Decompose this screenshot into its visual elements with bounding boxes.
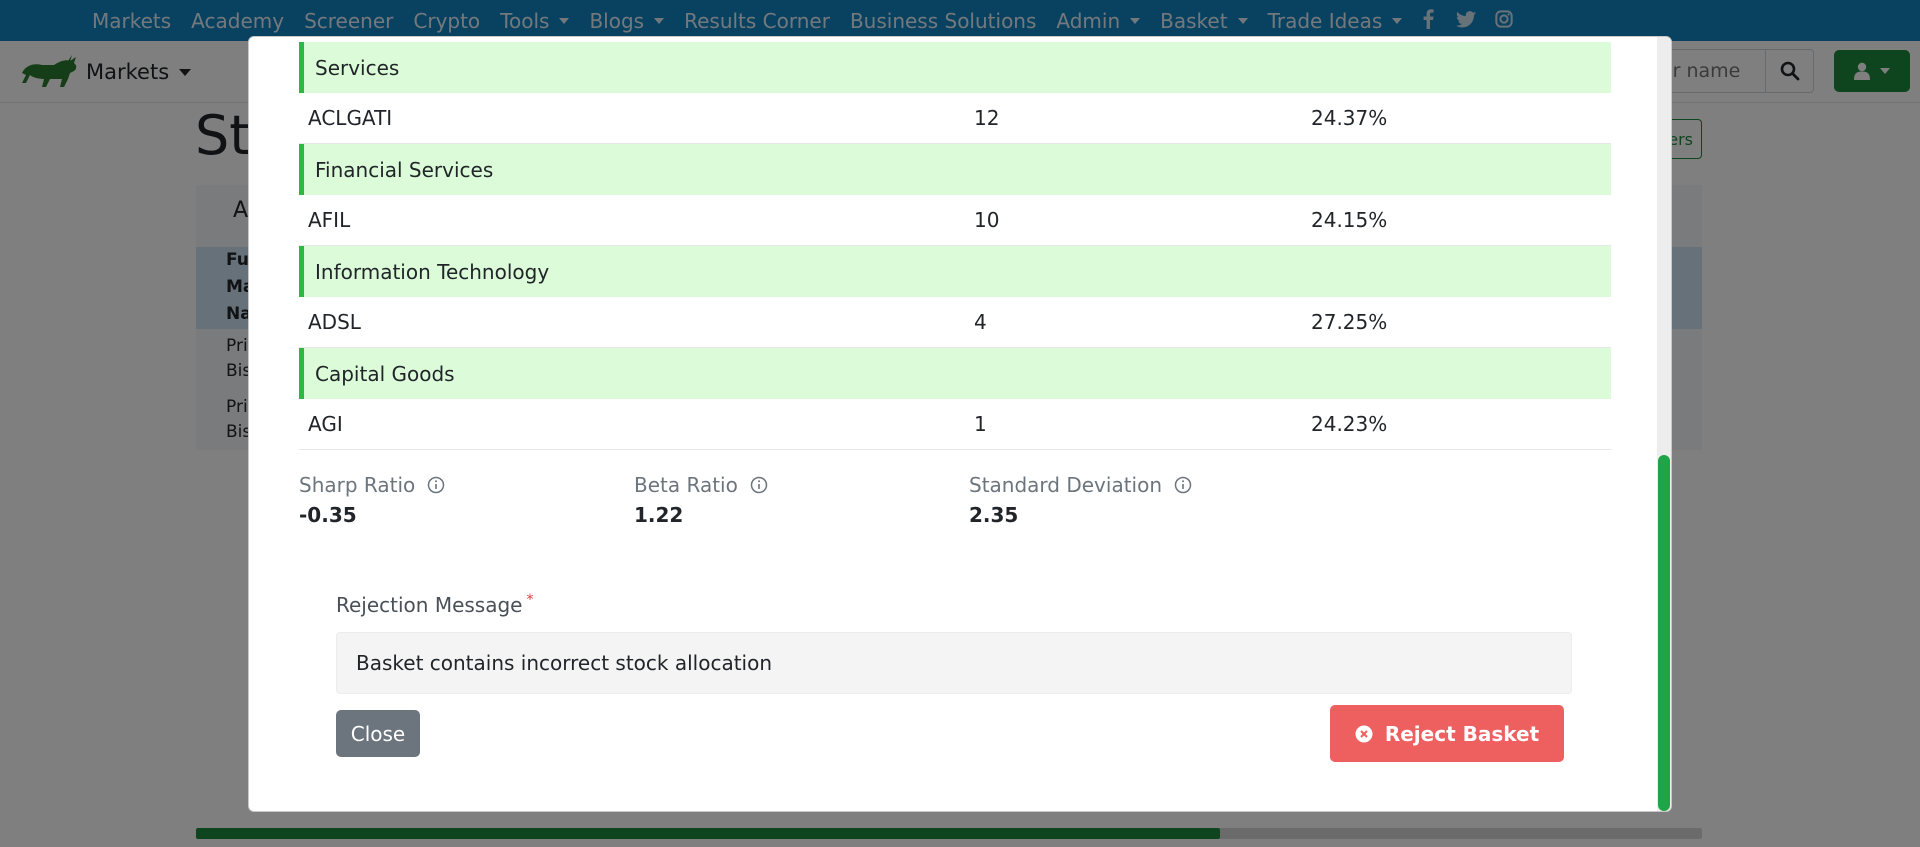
- table-row: AFIL 10 24.15%: [299, 195, 1611, 246]
- standard-deviation-value: 2.35: [969, 503, 1019, 527]
- stock-weight: 27.25%: [1311, 310, 1388, 334]
- info-icon[interactable]: [1174, 476, 1192, 494]
- reject-basket-button[interactable]: Reject Basket: [1330, 705, 1564, 762]
- info-icon[interactable]: [750, 476, 768, 494]
- stock-symbol: ACLGATI: [308, 106, 393, 130]
- modal-scrollbar-thumb[interactable]: [1658, 455, 1670, 811]
- ratio-label-text: Standard Deviation: [969, 473, 1163, 497]
- circle-x-icon: [1355, 725, 1373, 742]
- rejection-message-value: Basket contains incorrect stock allocati…: [356, 651, 773, 675]
- sector-row: Financial Services: [299, 144, 1611, 195]
- table-row: AGI 1 24.23%: [299, 399, 1611, 450]
- table-row: ADSL 4 27.25%: [299, 297, 1611, 348]
- rejection-label-text: Rejection Message: [336, 593, 523, 617]
- sector-name: Information Technology: [315, 259, 550, 284]
- stock-quantity: 10: [974, 208, 1000, 232]
- stock-symbol: AFIL: [308, 208, 351, 232]
- stock-quantity: 1: [974, 412, 987, 436]
- close-button[interactable]: Close: [336, 710, 420, 757]
- info-icon[interactable]: [427, 476, 445, 494]
- close-button-label: Close: [350, 721, 406, 746]
- standard-deviation-label: Standard Deviation: [969, 473, 1192, 497]
- ratio-label-text: Sharp Ratio: [299, 473, 416, 497]
- reject-basket-modal: Services ACLGATI 12 24.37% Financial Ser…: [248, 36, 1672, 812]
- stock-symbol: ADSL: [308, 310, 361, 334]
- stock-weight: 24.23%: [1311, 412, 1388, 436]
- ratio-label-text: Beta Ratio: [634, 473, 738, 497]
- stock-quantity: 12: [974, 106, 1000, 130]
- rejection-message-input[interactable]: Basket contains incorrect stock allocati…: [336, 632, 1572, 694]
- beta-ratio-label: Beta Ratio: [634, 473, 768, 497]
- sector-name: Financial Services: [315, 157, 494, 182]
- stock-quantity: 4: [974, 310, 987, 334]
- beta-ratio-value: 1.22: [634, 503, 684, 527]
- stock-weight: 24.15%: [1311, 208, 1388, 232]
- rejection-message-label: Rejection Message *: [336, 592, 534, 617]
- stock-symbol: AGI: [308, 412, 343, 436]
- sharp-ratio-label: Sharp Ratio: [299, 473, 445, 497]
- sharp-ratio-value: -0.35: [299, 503, 357, 527]
- table-row: ACLGATI 12 24.37%: [299, 93, 1611, 144]
- stock-weight: 24.37%: [1311, 106, 1388, 130]
- sector-name: Capital Goods: [315, 361, 455, 386]
- reject-button-label: Reject Basket: [1384, 721, 1540, 746]
- sector-row: Capital Goods: [299, 348, 1611, 399]
- sector-name: Services: [315, 55, 400, 80]
- sector-row: Information Technology: [299, 246, 1611, 297]
- required-asterisk: *: [526, 592, 534, 608]
- sector-row: Services: [299, 42, 1611, 93]
